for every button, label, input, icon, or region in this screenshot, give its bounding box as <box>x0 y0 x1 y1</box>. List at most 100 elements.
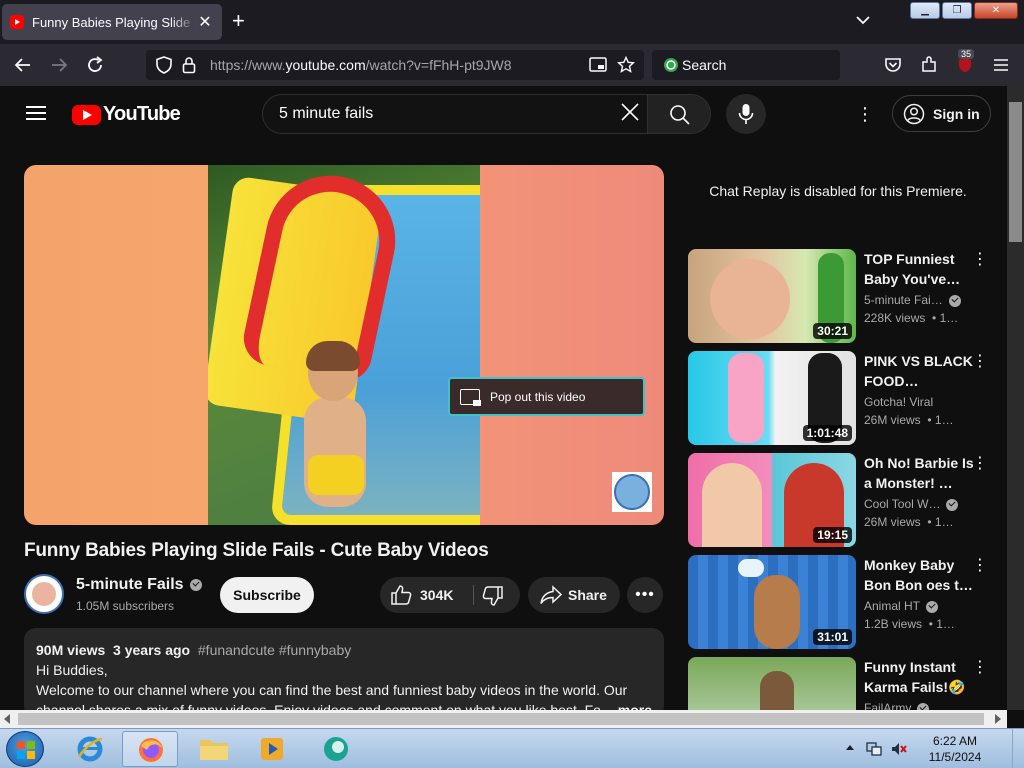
sign-in-button[interactable]: Sign in <box>892 95 991 132</box>
pocket-icon[interactable] <box>880 52 906 78</box>
recommendation-channel[interactable]: Animal HT <box>864 599 984 613</box>
recommendation-title[interactable]: Funny Instant Karma Fails!🤣 <box>864 657 974 697</box>
volume-muted-icon[interactable] <box>890 741 908 762</box>
verified-badge-icon <box>917 702 930 710</box>
minimize-window-button[interactable]: ▁ <box>910 2 940 19</box>
recommendation-menu-icon[interactable]: ⋮ <box>972 453 988 473</box>
video-thumbnail[interactable]: 19:15 <box>688 453 856 547</box>
recommendation-item[interactable]: 31:01 Monkey Baby Bon Bon oes t… ⋮ Anima… <box>688 555 1000 649</box>
network-icon[interactable] <box>866 741 882 762</box>
more-actions-button[interactable]: ••• <box>627 577 663 613</box>
voice-search-button[interactable] <box>726 94 766 134</box>
recommendation-channel[interactable]: FailArmy <box>864 701 984 710</box>
recommendation-item[interactable]: Funny Instant Karma Fails!🤣 ⋮ FailArmy <box>688 657 1000 710</box>
scroll-right-arrow-icon[interactable] <box>995 714 1001 724</box>
recommendation-item[interactable]: 1:01:48 PINK VS BLACK FOOD… ⋮ Gotcha! Vi… <box>688 351 1000 445</box>
bookmark-star-icon[interactable] <box>616 55 636 77</box>
vertical-scroll-thumb[interactable] <box>1009 102 1022 242</box>
extensions-icon[interactable] <box>916 52 942 78</box>
browser-search-field[interactable]: Search <box>652 50 840 80</box>
browser-tab-youtube[interactable]: Funny Babies Playing Slide Fails - Cute … <box>2 4 222 40</box>
like-button[interactable]: 304K <box>380 577 473 613</box>
clear-search-icon[interactable] <box>618 100 642 124</box>
pop-out-label: Pop out this video <box>490 389 586 404</box>
file-explorer-icon[interactable] <box>186 731 242 767</box>
recommendation-meta: 1.2B views • 1… <box>864 617 955 631</box>
recommendation-meta: 228K views • 1… <box>864 311 959 325</box>
share-label: Share <box>568 587 607 603</box>
recommendation-item[interactable]: 30:21 TOP Funniest Baby You've… ⋮ 5-minu… <box>688 249 1000 343</box>
internet-explorer-icon[interactable] <box>62 731 118 767</box>
youtube-search-button[interactable] <box>647 94 711 134</box>
youtube-search-input[interactable]: 5 minute fails <box>262 94 648 134</box>
video-thumbnail[interactable]: 31:01 <box>688 555 856 649</box>
youtube-play-logo-icon <box>72 104 101 125</box>
dislike-button[interactable] <box>474 577 520 613</box>
close-window-button[interactable]: ✕ <box>974 2 1018 19</box>
youtube-wordmark: YouTube <box>103 103 181 125</box>
vertical-scrollbar[interactable] <box>1007 86 1024 710</box>
youtube-header: YouTube 5 minute fails ⋮ Sign in <box>0 86 1007 142</box>
system-clock[interactable]: 6:22 AM 11/5/2024 <box>920 733 990 765</box>
channel-avatar[interactable] <box>24 574 64 614</box>
video-duration: 1:01:48 <box>802 425 852 441</box>
back-button[interactable] <box>10 52 36 78</box>
start-button[interactable] <box>6 731 44 767</box>
recommendation-title[interactable]: TOP Funniest Baby You've… <box>864 249 974 289</box>
pop-out-video-button[interactable]: Pop out this video <box>448 377 645 416</box>
video-player[interactable]: Pop out this video <box>24 165 664 525</box>
video-thumbnail[interactable] <box>688 657 856 710</box>
hashtags[interactable]: #funandcute #funnybaby <box>198 642 351 658</box>
forward-button[interactable] <box>46 52 72 78</box>
video-thumbnail[interactable]: 30:21 <box>688 249 856 343</box>
subscriber-count: 1.05M subscribers <box>76 599 175 613</box>
windows-taskbar: 6:22 AM 11/5/2024 <box>0 728 1024 768</box>
horizontal-scroll-thumb[interactable] <box>18 713 984 725</box>
horizontal-scrollbar[interactable] <box>0 710 1007 728</box>
video-title: Funny Babies Playing Slide Fails - Cute … <box>24 540 489 561</box>
firefox-taskbar-icon[interactable] <box>122 731 178 767</box>
recommendation-menu-icon[interactable]: ⋮ <box>972 249 988 269</box>
video-description[interactable]: 90M views 3 years ago #funandcute #funny… <box>24 628 664 718</box>
baby-figure <box>298 341 368 515</box>
scroll-left-arrow-icon[interactable] <box>4 714 10 724</box>
app-menu-icon[interactable] <box>988 52 1014 78</box>
recommendation-menu-icon[interactable]: ⋮ <box>972 351 988 371</box>
close-tab-icon[interactable]: ✕ <box>196 12 214 32</box>
picture-in-picture-icon[interactable] <box>589 57 607 76</box>
recommendation-menu-icon[interactable]: ⋮ <box>972 657 988 677</box>
verified-badge-icon <box>946 498 959 511</box>
recommendation-channel[interactable]: Cool Tool W… <box>864 497 984 511</box>
video-thumbnail[interactable]: 1:01:48 <box>688 351 856 445</box>
search-engine-icon <box>662 56 680 77</box>
lock-icon[interactable] <box>182 56 196 77</box>
recommendation-channel[interactable]: Gotcha! Viral <box>864 395 984 409</box>
restore-window-button[interactable]: ❐ <box>942 2 972 19</box>
list-all-tabs-button[interactable] <box>856 12 870 28</box>
recommendation-menu-icon[interactable]: ⋮ <box>972 555 988 575</box>
channel-watermark[interactable] <box>612 472 652 512</box>
verified-badge-icon <box>189 578 202 591</box>
tracking-protection-shield-icon[interactable] <box>156 56 172 77</box>
channel-name[interactable]: 5-minute Fails <box>76 576 202 594</box>
description-line: Welcome to our channel where you can fin… <box>36 682 628 698</box>
new-tab-button[interactable]: + <box>232 10 245 32</box>
recommendation-title[interactable]: Oh No! Barbie Is a Monster! … <box>864 453 974 493</box>
recommendation-item[interactable]: 19:15 Oh No! Barbie Is a Monster! … ⋮ Co… <box>688 453 1000 547</box>
settings-kebab-icon[interactable]: ⋮ <box>856 104 874 125</box>
app-taskbar-icon[interactable] <box>308 731 364 767</box>
guide-menu-icon[interactable] <box>26 106 46 120</box>
recommendation-title[interactable]: PINK VS BLACK FOOD… <box>864 351 974 391</box>
youtube-logo[interactable]: YouTube <box>72 103 181 126</box>
address-bar[interactable]: https://www.youtube.com/watch?v=fFhH-pt9… <box>146 50 644 80</box>
show-hidden-icons-icon[interactable] <box>846 745 854 750</box>
show-desktop-button[interactable] <box>1012 729 1024 768</box>
verified-badge-icon <box>926 600 939 613</box>
recommendation-title[interactable]: Monkey Baby Bon Bon oes t… <box>864 555 974 595</box>
recommendation-channel[interactable]: 5-minute Fai… <box>864 293 984 307</box>
reload-button[interactable] <box>82 52 108 78</box>
sign-in-label: Sign in <box>933 105 980 122</box>
share-button[interactable]: Share <box>528 577 620 613</box>
media-player-icon[interactable] <box>244 731 300 767</box>
subscribe-button[interactable]: Subscribe <box>220 577 314 613</box>
